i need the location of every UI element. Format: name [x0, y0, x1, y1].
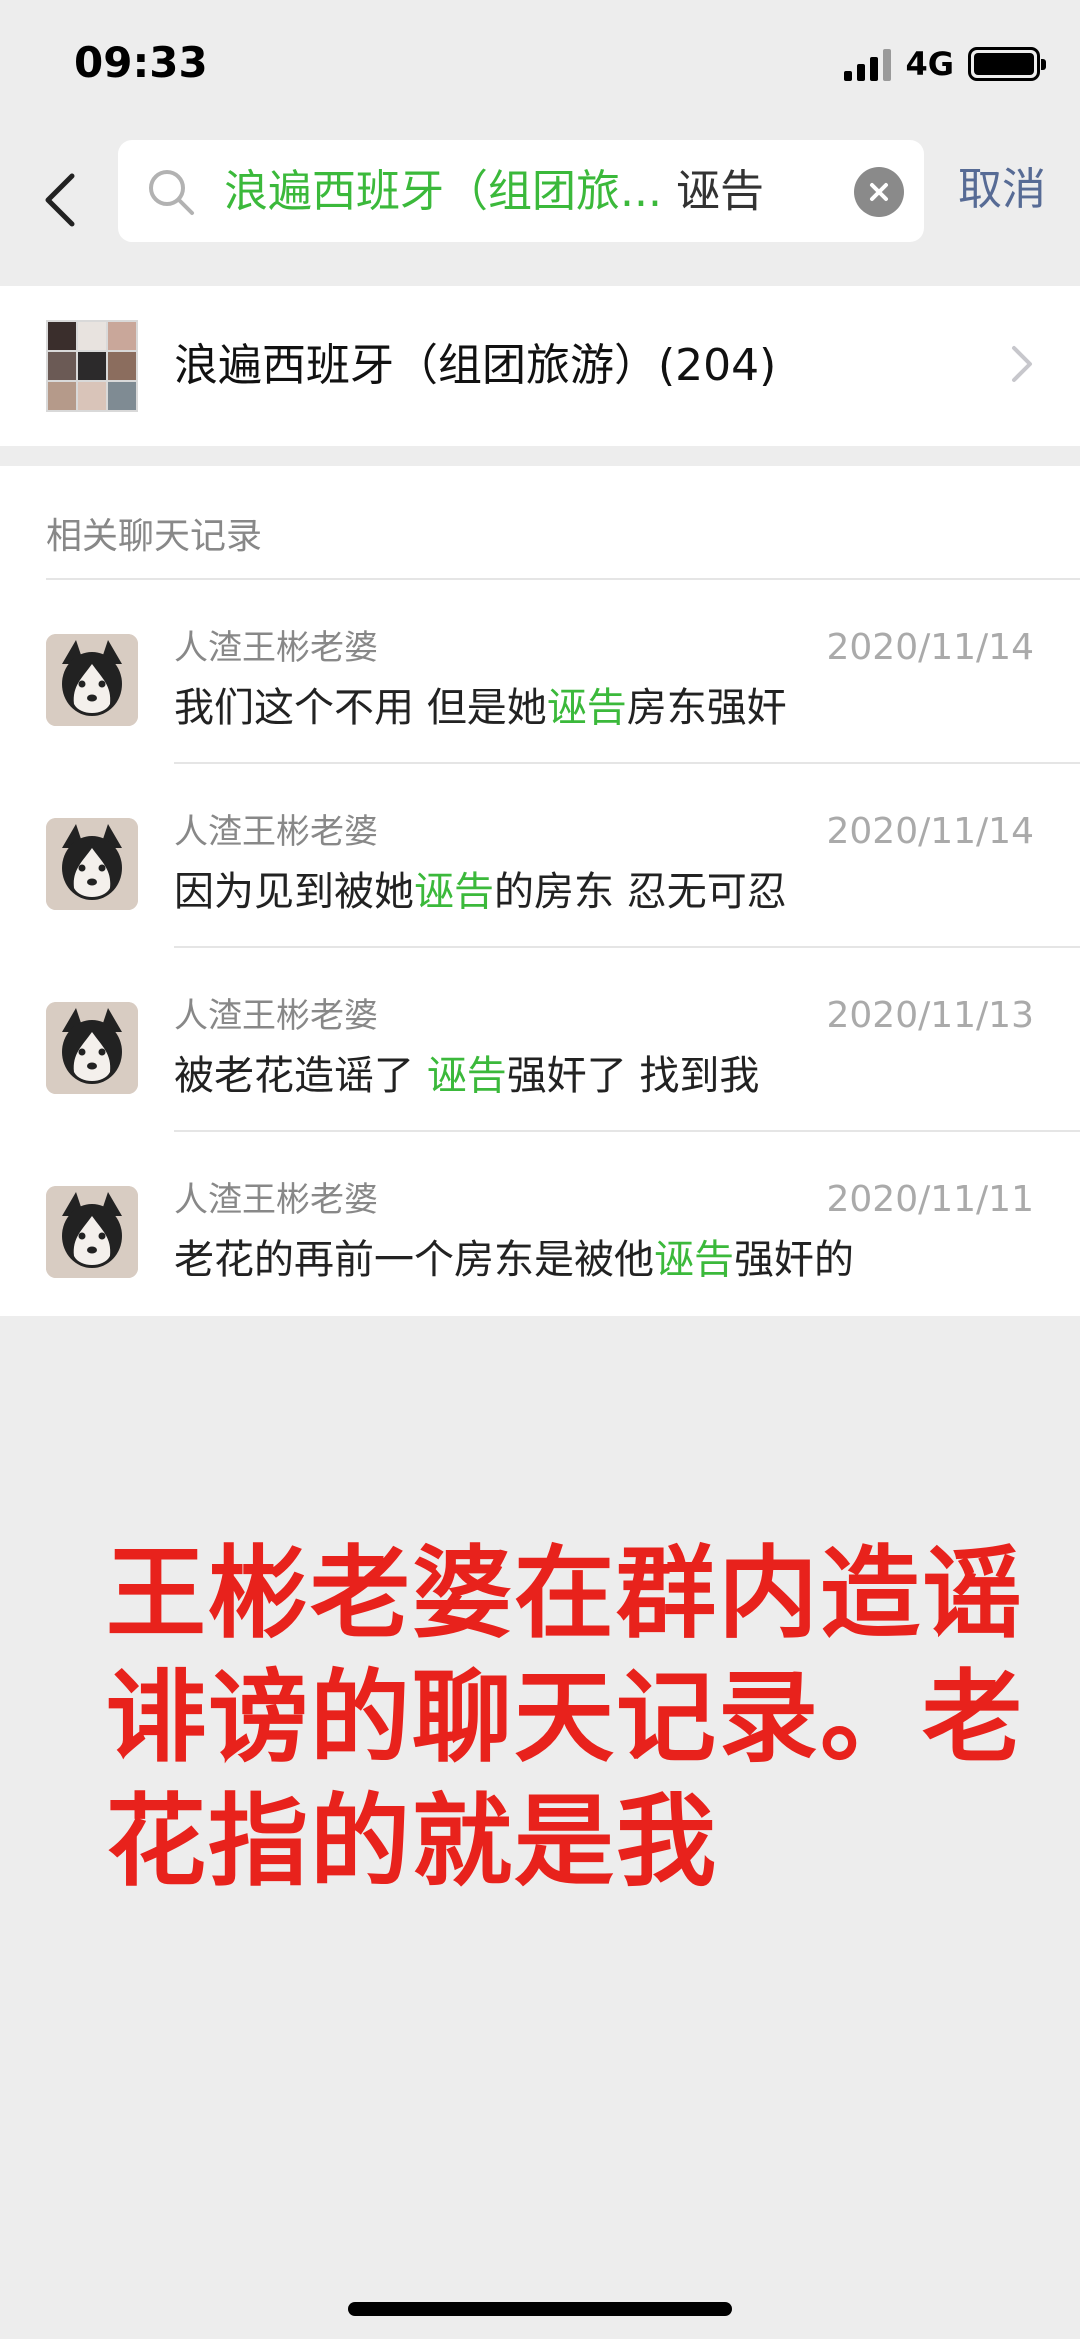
avatar — [46, 634, 138, 726]
avatar — [46, 1002, 138, 1094]
list-item[interactable]: 人渣王彬老婆 2020/11/11 老花的再前一个房东是被他诬告强奸的 — [0, 1132, 1080, 1316]
keyword-highlight: 诬告 — [414, 869, 494, 915]
message-text: 被老花造谣了 诬告强奸了 找到我 — [174, 1053, 760, 1099]
group-avatar — [46, 320, 138, 412]
search-scope-tag: 浪遍西班牙（组团旅... — [224, 166, 662, 217]
battery-icon — [968, 47, 1046, 81]
message-date: 2020/11/14 — [826, 811, 1035, 852]
back-button[interactable] — [30, 160, 90, 240]
keyword-highlight: 诬告 — [546, 685, 627, 731]
clear-icon — [870, 183, 888, 201]
status-indicators: 4G — [844, 44, 1046, 84]
clear-search-button[interactable] — [854, 167, 904, 217]
chevron-right-icon — [1012, 346, 1032, 382]
keyword-highlight: 诬告 — [426, 1053, 507, 1099]
message-text: 因为见到被她诬告的房东 忍无可忍 — [174, 869, 787, 915]
message-text: 我们这个不用 但是她诬告房东强奸 — [174, 685, 787, 731]
search-input[interactable]: 浪遍西班牙（组团旅... 诬告 — [118, 140, 924, 242]
avatar — [46, 1186, 138, 1278]
message-date: 2020/11/13 — [826, 995, 1035, 1036]
cancel-button[interactable]: 取消 — [958, 162, 1046, 218]
status-time: 09:33 — [74, 38, 208, 87]
group-name: 浪遍西班牙（组团旅游）(204) — [174, 340, 777, 391]
group-chat-row[interactable]: 浪遍西班牙（组团旅游）(204) — [0, 286, 1080, 446]
sender-name: 人渣王彬老婆 — [174, 996, 378, 1036]
message-date: 2020/11/14 — [826, 627, 1035, 668]
red-annotation-text: 王彬老婆在群内造谣诽谤的聊天记录。老花指的就是我 — [106, 1535, 1024, 1900]
list-item[interactable]: 人渣王彬老婆 2020/11/14 我们这个不用 但是她诬告房东强奸 — [0, 580, 1080, 764]
list-item[interactable]: 人渣王彬老婆 2020/11/14 因为见到被她诬告的房东 忍无可忍 — [0, 764, 1080, 948]
sender-name: 人渣王彬老婆 — [174, 812, 378, 852]
home-indicator[interactable] — [348, 2302, 732, 2316]
avatar — [46, 818, 138, 910]
search-icon — [149, 170, 194, 215]
search-query: 诬告 — [675, 166, 764, 217]
sender-name: 人渣王彬老婆 — [174, 1180, 378, 1220]
signal-strength-icon — [844, 47, 892, 81]
list-item[interactable]: 人渣王彬老婆 2020/11/13 被老花造谣了 诬告强奸了 找到我 — [0, 948, 1080, 1132]
search-header: 浪遍西班牙（组团旅... 诬告 取消 — [0, 132, 1080, 286]
section-title: 相关聊天记录 — [46, 516, 263, 557]
back-chevron-icon — [45, 173, 75, 227]
keyword-highlight: 诬告 — [654, 1237, 734, 1283]
message-date: 2020/11/11 — [826, 1179, 1035, 1220]
related-chat-records: 相关聊天记录 人渣王彬老婆 2020/11/14 我们这个不用 但是她诬告房东强… — [0, 466, 1080, 1316]
search-text: 浪遍西班牙（组团旅... 诬告 — [224, 164, 764, 220]
network-type: 4G — [905, 45, 954, 83]
message-text: 老花的再前一个房东是被他诬告强奸的 — [174, 1237, 854, 1283]
status-bar: 09:33 4G — [0, 0, 1080, 132]
sender-name: 人渣王彬老婆 — [174, 628, 378, 668]
